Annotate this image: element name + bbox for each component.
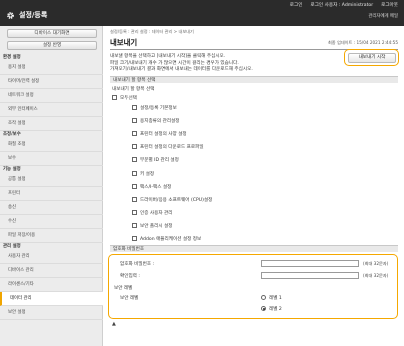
sidebar-item-data-management[interactable]: 데이터 관리	[0, 292, 103, 306]
export-item-row[interactable]: 인증 사용자 관리	[132, 209, 173, 216]
export-item-row[interactable]: 팩스/I-팩스 설정	[132, 183, 172, 190]
items-subheader: 내보내기 할 항목 선택	[112, 87, 155, 92]
export-item-label: 프린터 설정의 사양 설정	[140, 132, 187, 138]
export-item-checkbox[interactable]	[132, 105, 137, 110]
sidebar-category-function: 기능 설정	[3, 167, 21, 172]
description: 내보낼 항목을 선택하고 [내보내기 시작]을 클릭해 주십시오. 파일 크기/…	[110, 54, 332, 74]
export-item-row[interactable]: 설정/등록 기본정보	[132, 105, 177, 111]
sidebar-item-network[interactable]: 네트워크 설정	[0, 89, 103, 103]
security-level-label: 보안 레벨	[120, 296, 139, 301]
export-item-label: 키 설정	[140, 171, 155, 177]
export-item-row[interactable]: 프린터 설정의 다운로드 프로파일	[132, 144, 204, 150]
sidebar-item-receive[interactable]: 수신	[0, 215, 103, 229]
export-item-label: 설정/등록 기본정보	[140, 106, 177, 111]
sidebar-item-external-interface[interactable]: 외부 인터페이스	[0, 103, 103, 117]
export-item-label: 인증 사용자 관리	[140, 210, 173, 216]
sidebar: 디바이스 대기화면 설정 반영 환경 설정 용지 설정 타이머/전력 설정 네트워크 …	[0, 26, 103, 346]
sidebar-item-file-storage[interactable]: 파일 저장/이용	[0, 229, 103, 243]
sidebar-item-security[interactable]: 보안 설정	[0, 306, 103, 320]
export-item-checkbox[interactable]	[132, 157, 137, 163]
main-panel: 설정/등록 : 관리 설정 : 데이터 관리 > 내보내기 내보내기 최종 업데…	[104, 26, 404, 346]
app-title: 설정/등록	[6, 10, 47, 20]
level-2-radio[interactable]	[261, 306, 266, 311]
sidebar-item-image-quality[interactable]: 화질 조정	[0, 138, 103, 152]
export-item-label: Addon 애플리케이션 설정 정보	[140, 237, 202, 242]
sidebar-item-license[interactable]: 라이센스/기타	[0, 278, 103, 292]
gear-icon	[7, 11, 14, 19]
export-item-checkbox[interactable]	[132, 209, 137, 215]
sidebar-category-adjustment: 조정/보수	[3, 132, 21, 137]
select-all-row[interactable]: 모두선택	[112, 95, 137, 101]
sidebar-item-paper[interactable]: 용지 설정	[0, 61, 103, 75]
logout-link[interactable]: 로그아웃	[381, 2, 398, 8]
device-standby-button[interactable]: 디바이스 대기화면	[7, 29, 97, 38]
export-item-label: 팩스/I-팩스 설정	[140, 184, 172, 190]
sidebar-item-send[interactable]: 송신	[0, 201, 103, 215]
export-item-checkbox[interactable]	[132, 196, 137, 202]
top-bar: 로그인 로그인 사용자 : Administrator 로그아웃 설정/등록 관…	[0, 0, 404, 26]
level-2-option[interactable]: 레벨 2	[261, 306, 282, 312]
items-section-header: 내보내기 할 항목 선택	[110, 76, 398, 83]
sidebar-item-user-management[interactable]: 사용자 관리	[0, 250, 103, 264]
sidebar-item-operation[interactable]: 조작 설정	[0, 117, 103, 131]
export-item-checkbox[interactable]	[132, 170, 137, 176]
export-item-row[interactable]: 키 설정	[132, 170, 155, 177]
sidebar-item-device-management[interactable]: 디바이스 관리	[0, 264, 103, 278]
back-to-top-link[interactable]: ▲	[112, 321, 116, 327]
sidebar-category-management: 관리 설정	[3, 244, 21, 249]
level-2-label: 레벨 2	[269, 307, 282, 312]
sidebar-menu: 환경 설정 용지 설정 타이머/전력 설정 네트워크 설정 외부 인터페이스 조작 설정 조…	[0, 54, 103, 320]
export-item-row[interactable]: 부문별 ID 관리 설정	[132, 157, 179, 163]
page-title: 내보내기	[110, 38, 138, 47]
sidebar-category-environment: 환경 설정	[3, 55, 21, 60]
mail-admin-link[interactable]: 관리자에게 메일	[368, 13, 398, 19]
confirm-input[interactable]	[261, 272, 359, 279]
export-item-label: 드라이버/응용 소프트웨어 (CPU)설정	[140, 197, 213, 203]
sidebar-item-timer-power[interactable]: 타이머/전력 설정	[0, 75, 103, 89]
description-line: 가져오기/내보내기 결과 화면에서 내보내는 데이터를 다운로드해 주십시오.	[110, 67, 253, 73]
apply-settings-button[interactable]: 설정 반영	[7, 41, 97, 50]
export-item-label: 부문별 ID 관리 설정	[140, 158, 179, 164]
description-line: 내보낼 항목을 선택하고 [내보내기 시작]을 클릭해 주십시오.	[110, 54, 226, 59]
export-item-row[interactable]: Addon 애플리케이션 설정 정보	[132, 236, 201, 242]
password-label: 암호화 비밀번호 :	[120, 262, 155, 267]
select-all-label: 모두선택	[120, 96, 137, 101]
password-section-header: 암호화 비밀번호	[110, 245, 398, 252]
export-item-checkbox[interactable]	[132, 222, 137, 228]
app-title-text: 설정/등록	[19, 11, 48, 19]
level-1-option[interactable]: 레벨 1	[261, 295, 282, 301]
export-item-row[interactable]: 드라이버/응용 소프트웨어 (CPU)설정	[132, 196, 213, 203]
select-all-checkbox[interactable]	[112, 95, 117, 100]
export-item-checkbox[interactable]	[132, 144, 137, 150]
security-subheader: 보안 레벨	[114, 286, 133, 291]
user-links: 로그인 로그인 사용자 : Administrator 로그아웃	[290, 2, 398, 8]
breadcrumb: 설정/등록 : 관리 설정 : 데이터 관리 > 내보내기	[110, 29, 194, 34]
sidebar-item-maintenance[interactable]: 보수	[0, 152, 103, 166]
last-updated: 최종 업데이트 : 15/04 2021 2:44:55	[327, 40, 398, 45]
password-max-hint: (최대 32문자)	[363, 261, 389, 266]
export-item-label: 용지종류의 관리설정	[140, 119, 180, 125]
sidebar-item-common[interactable]: 공통 설정	[0, 173, 103, 187]
sidebar-item-printer[interactable]: 프린터	[0, 187, 103, 201]
export-item-row[interactable]: 용지종류의 관리설정	[132, 118, 180, 124]
export-item-label: 보안 폴리시 설정	[140, 223, 173, 229]
export-item-row[interactable]: 프린터 설정의 사양 설정	[132, 131, 187, 137]
level-1-label: 레벨 1	[269, 296, 282, 301]
export-item-checkbox[interactable]	[132, 236, 137, 241]
confirm-max-hint: (최대 32문자)	[363, 273, 389, 278]
login-user-label: 로그인 사용자 : Administrator	[310, 3, 374, 8]
start-export-button[interactable]: 내보내기 시작	[348, 53, 396, 63]
confirm-label: 확인입력 :	[120, 274, 140, 279]
export-item-checkbox[interactable]	[132, 131, 137, 137]
level-1-radio[interactable]	[261, 295, 266, 300]
export-item-row[interactable]: 보안 폴리시 설정	[132, 222, 173, 229]
export-item-checkbox[interactable]	[132, 183, 137, 189]
export-item-label: 프린터 설정의 다운로드 프로파일	[140, 145, 204, 151]
login-link[interactable]: 로그인	[290, 2, 303, 8]
password-input[interactable]	[261, 260, 359, 267]
export-item-checkbox[interactable]	[132, 118, 137, 124]
